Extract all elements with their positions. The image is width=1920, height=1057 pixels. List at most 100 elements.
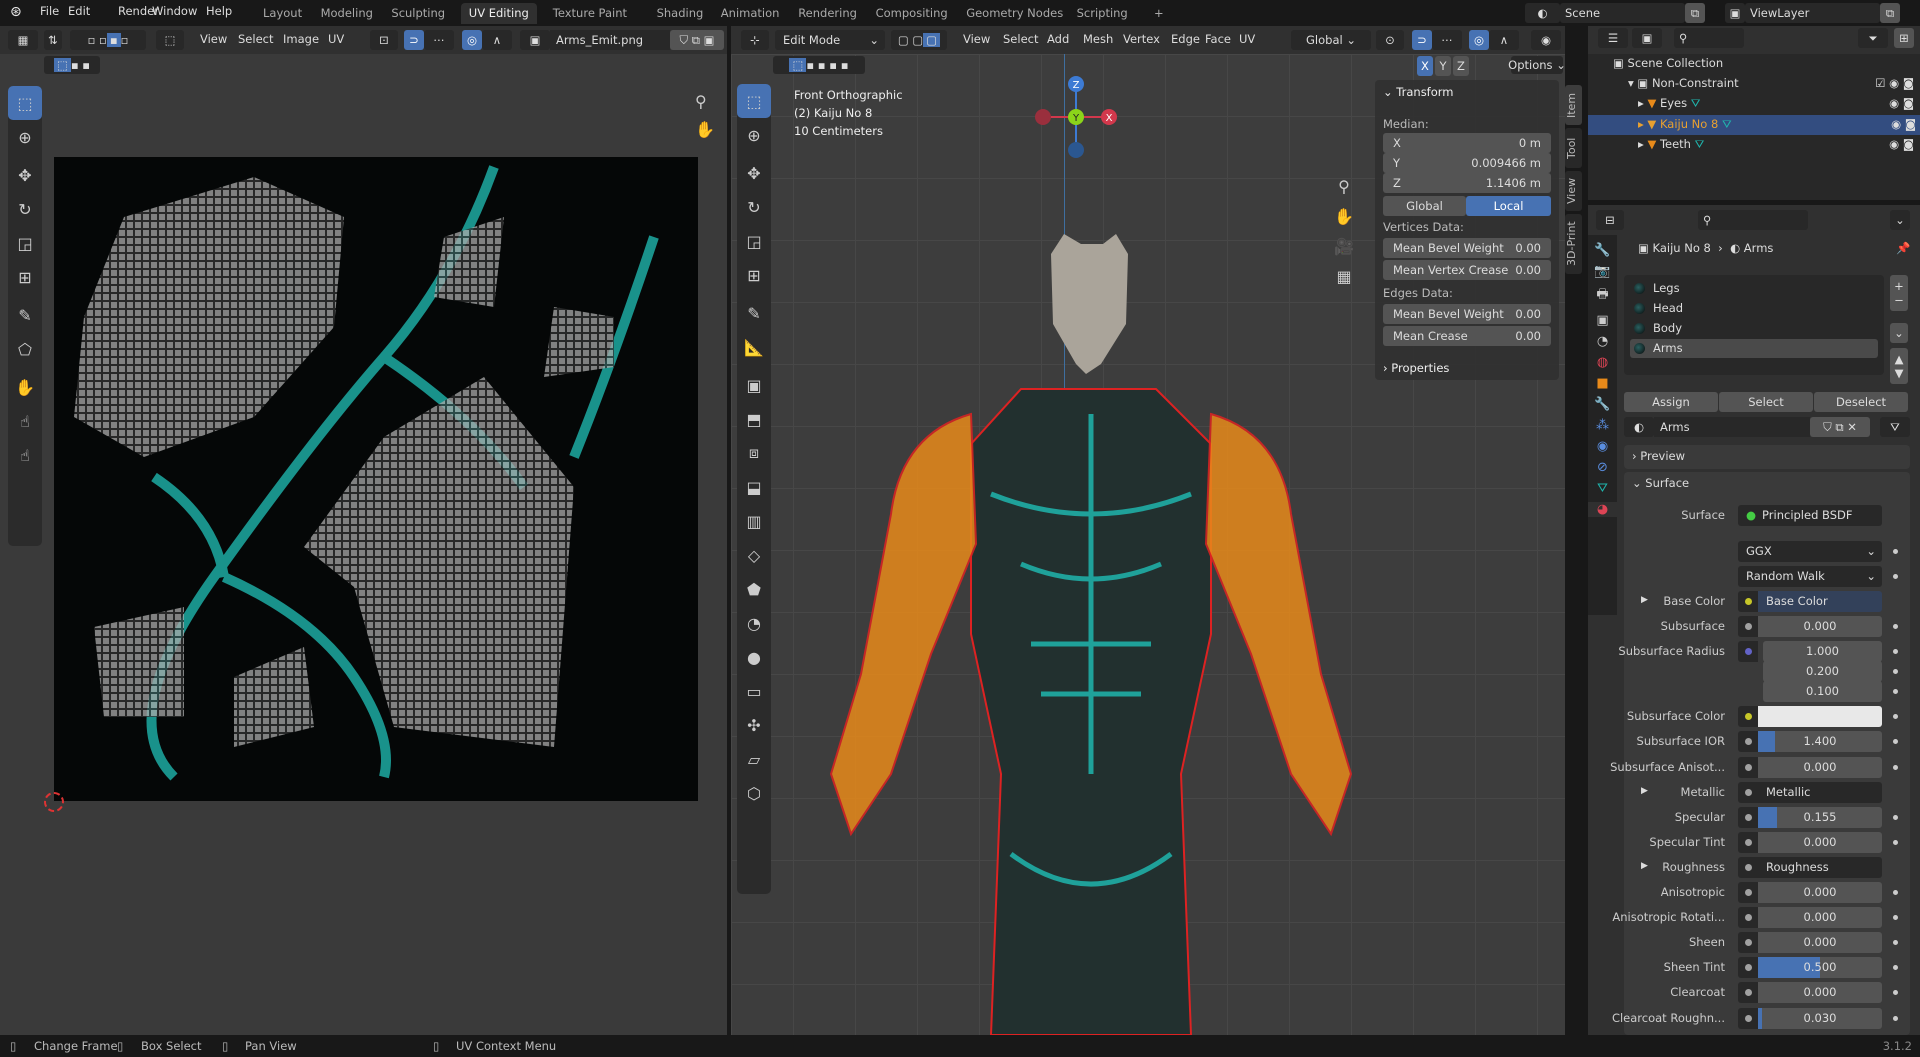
tab-workspace-modeling[interactable]: Modeling <box>313 3 381 24</box>
median-y-field[interactable]: Y 0.009466 m <box>1383 153 1551 173</box>
keyframe-dot[interactable] <box>1893 940 1898 946</box>
socket-button[interactable] <box>1738 806 1758 828</box>
tab-workspace-scripting[interactable]: Scripting <box>1069 3 1136 24</box>
material-slot-body[interactable]: Body <box>1630 319 1878 338</box>
value-slider[interactable]: 0.000 <box>1758 756 1882 778</box>
scene-collection-row[interactable]: ▣ Scene Collection <box>1613 56 1723 70</box>
keyframe-dot[interactable] <box>1893 714 1898 720</box>
global-toggle[interactable]: Global <box>1383 196 1466 216</box>
new-viewlayer-icon[interactable]: ⧉ <box>1880 3 1900 23</box>
view-layer-tab-icon[interactable]: ▣ <box>1596 313 1608 328</box>
grid-ortho-icon[interactable]: ▦ <box>1331 262 1357 292</box>
assign-button[interactable]: Assign <box>1624 392 1718 412</box>
viewport-menu-add[interactable]: Add <box>1047 32 1069 46</box>
modifier-tab-icon[interactable]: 🔧 <box>1594 397 1610 412</box>
falloff-3d-icon[interactable]: ∧ <box>1489 30 1519 50</box>
cursor-tool-icon[interactable]: ⊕ <box>737 118 771 152</box>
material-actions-icons[interactable]: ⛉ ⧉ ✕ <box>1810 417 1870 437</box>
keyframe-dot[interactable] <box>1893 649 1898 655</box>
preview-panel-header[interactable]: › Preview <box>1624 445 1910 469</box>
transform-panel-header[interactable]: ⌄ Transform <box>1383 85 1454 99</box>
object-tab-icon[interactable]: ■ <box>1596 376 1608 391</box>
properties-panel-header[interactable]: › Properties <box>1383 361 1449 375</box>
mirror-y-toggle[interactable]: Y <box>1435 56 1451 76</box>
loop-cut-tool-icon[interactable]: ▥ <box>737 504 771 538</box>
render-tab-icon[interactable]: 📷 <box>1594 264 1610 279</box>
shear-tool-icon[interactable]: ▱ <box>737 742 771 776</box>
smooth-tool-icon[interactable]: ● <box>737 640 771 674</box>
annotate-tool-icon[interactable]: ✎ <box>737 296 771 330</box>
outliner-item-teeth[interactable]: ▸ ▼ Teeth ⛛ ◉ ◙ <box>1638 137 1918 152</box>
socket-button[interactable] <box>1738 831 1758 853</box>
falloff-icon[interactable]: ∧ <box>482 30 512 50</box>
data-tab-icon[interactable]: ⛛ <box>1597 481 1608 496</box>
keyframe-dot[interactable] <box>1893 1015 1898 1021</box>
tab-workspace-rendering[interactable]: Rendering <box>790 3 865 24</box>
socket-button[interactable] <box>1738 706 1758 728</box>
image-actions-icons[interactable]: ⛉ ⧉ ▣ <box>670 30 724 50</box>
constraints-tab-icon[interactable]: ⊘ <box>1597 460 1608 475</box>
socket-button[interactable] <box>1738 731 1758 753</box>
material-slot-legs[interactable]: Legs <box>1630 279 1878 298</box>
keyframe-dot[interactable] <box>1893 549 1898 554</box>
scale-tool-icon[interactable]: ◲ <box>737 224 771 258</box>
kaiju-mesh-model[interactable] <box>791 214 1431 1035</box>
linked-input-field[interactable]: Metallic <box>1758 781 1882 803</box>
local-toggle[interactable]: Local <box>1466 196 1551 216</box>
uv-select-mode-buttons[interactable]: ⬚ ▪ ▪ <box>44 56 100 74</box>
uv-menu-image[interactable]: Image <box>283 32 319 46</box>
socket-button[interactable] <box>1738 907 1758 929</box>
keyframe-dot[interactable] <box>1893 990 1898 996</box>
socket-button[interactable] <box>1738 932 1758 954</box>
keyframe-dot[interactable] <box>1893 839 1898 845</box>
value-slider[interactable]: 0.155 <box>1758 806 1882 828</box>
socket-button[interactable] <box>1738 1007 1758 1029</box>
viewport-menu-face[interactable]: Face <box>1205 32 1231 46</box>
keyframe-dot[interactable] <box>1893 890 1898 895</box>
socket-button[interactable] <box>1738 756 1758 778</box>
link-type-icon[interactable]: ⛛ <box>1880 417 1910 437</box>
viewport-menu-select[interactable]: Select <box>1003 32 1038 46</box>
uv-menu-view[interactable]: View <box>200 32 227 46</box>
output-tab-icon[interactable]: 🖶 <box>1596 285 1608 307</box>
material-slot-head[interactable]: Head <box>1630 299 1878 318</box>
menu-window[interactable]: Window <box>152 4 197 18</box>
outliner-item-kaiju[interactable]: ▸ ▼ Kaiju No 8 ⛛ ◉ ◙ <box>1588 115 1920 135</box>
menu-edit[interactable]: Edit <box>68 4 90 18</box>
sticky-mode-icon[interactable]: ⬚ <box>156 30 184 50</box>
relax-tool-icon[interactable]: ☝ <box>8 404 42 438</box>
value-slider[interactable]: 0.000 <box>1758 907 1882 929</box>
move-slot-buttons[interactable]: ▲ ▼ <box>1890 348 1908 384</box>
extrude-tool-icon[interactable]: ⬒ <box>737 402 771 436</box>
select-box-tool-icon[interactable]: ⬚ <box>737 84 771 118</box>
socket-button[interactable] <box>1738 856 1758 878</box>
particles-tab-icon[interactable]: ⁂ <box>1596 418 1609 433</box>
viewport-menu-view[interactable]: View <box>963 32 990 46</box>
mesh-select-mode-buttons[interactable]: ▢ ▢ ▢ <box>891 30 947 50</box>
slot-specials-icon[interactable]: ⌄ <box>1890 323 1908 343</box>
socket-button[interactable] <box>1738 957 1758 979</box>
proportional-3d-icon[interactable]: ◎ <box>1469 30 1489 50</box>
new-collection-icon[interactable]: ⊞ <box>1894 28 1914 48</box>
rotate-tool-icon[interactable]: ↻ <box>8 192 42 226</box>
linked-input-field[interactable]: Roughness <box>1758 856 1882 878</box>
snap-icon[interactable]: ⊃ <box>404 30 424 50</box>
physics-tab-icon[interactable]: ◉ <box>1597 439 1608 454</box>
grab-tool-icon[interactable]: ✋ <box>8 370 42 404</box>
properties-editor-icon[interactable]: ⊟ <box>1596 210 1624 230</box>
select-mode-buttons[interactable]: ▫ ▫ ▪ ▫ <box>70 30 146 50</box>
keyframe-dot[interactable] <box>1893 574 1898 579</box>
keyframe-dot[interactable] <box>1893 624 1898 630</box>
camera-icon[interactable]: 🎥 <box>1331 232 1357 262</box>
value-slider[interactable]: 1.400 <box>1758 731 1882 753</box>
editor-type-icon[interactable]: ▦ <box>8 30 38 50</box>
linked-input-field[interactable]: Base Color <box>1758 591 1882 612</box>
edge-mean-bevel-weight-field[interactable]: Mean Bevel Weight 0.00 <box>1383 304 1551 324</box>
socket-button[interactable] <box>1738 641 1758 663</box>
keyframe-dot[interactable] <box>1893 965 1898 971</box>
value-slider[interactable]: 0.000 <box>1758 882 1882 903</box>
pinch-tool-icon[interactable]: ☝ <box>8 438 42 472</box>
scale-tool-icon[interactable]: ◲ <box>8 226 42 260</box>
new-scene-icon[interactable]: ⧉ <box>1685 3 1705 23</box>
viewport-menu-uv[interactable]: UV <box>1239 32 1255 46</box>
